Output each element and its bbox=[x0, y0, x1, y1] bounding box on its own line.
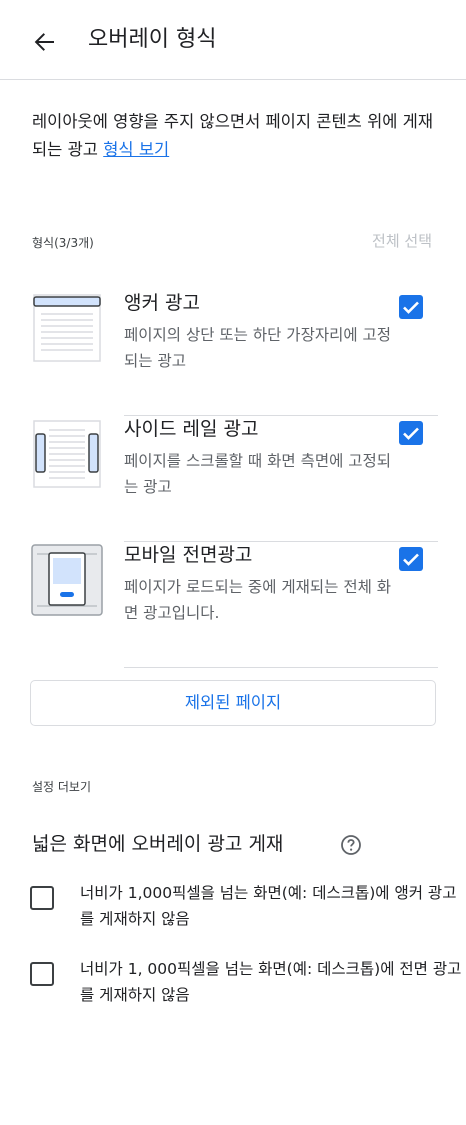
anchor-checkbox[interactable] bbox=[398, 294, 424, 320]
side-rail-checkbox[interactable] bbox=[398, 420, 424, 446]
format-title: 앵커 광고 bbox=[124, 292, 200, 314]
disable-anchor-desktop-checkbox[interactable] bbox=[30, 886, 54, 910]
excluded-pages-button[interactable]: 제외된 페이지 bbox=[30, 680, 436, 726]
side-rail-ad-icon bbox=[31, 418, 103, 490]
format-title: 모바일 전면광고 bbox=[124, 544, 253, 566]
format-item-vignette: 모바일 전면광고 페이지가 로드되는 중에 게재되는 전체 화면 광고입니다. bbox=[0, 542, 466, 668]
view-formats-link[interactable]: 형식 보기 bbox=[103, 140, 169, 159]
intro-text: 레이아웃에 영향을 주지 않으면서 페이지 콘텐츠 위에 게재되는 광고 형식 … bbox=[32, 108, 442, 164]
select-all-button[interactable]: 전체 선택 bbox=[372, 230, 432, 251]
option-row: 너비가 1, 000픽셀을 넘는 화면(예: 데스크톱)에 전면 광고를 게재하… bbox=[0, 956, 466, 1016]
anchor-ad-icon bbox=[31, 292, 103, 364]
page-title: 오버레이 형식 bbox=[88, 27, 217, 52]
option-label: 너비가 1, 000픽셀을 넘는 화면(예: 데스크톱)에 전면 광고를 게재하… bbox=[80, 960, 462, 1004]
vignette-checkbox[interactable] bbox=[398, 546, 424, 572]
disable-vignette-desktop-checkbox[interactable] bbox=[30, 962, 54, 986]
help-icon[interactable] bbox=[340, 834, 362, 856]
more-settings-label: 설정 더보기 bbox=[32, 780, 92, 794]
wide-screen-title: 넓은 화면에 오버레이 광고 게재 bbox=[32, 833, 284, 855]
format-title: 사이드 레일 광고 bbox=[124, 418, 259, 440]
divider bbox=[124, 667, 438, 668]
format-description: 페이지가 로드되는 중에 게재되는 전체 화면 광고입니다. bbox=[124, 578, 392, 622]
format-item-side-rail: 사이드 레일 광고 페이지를 스크롤할 때 화면 측면에 고정되는 광고 bbox=[0, 416, 466, 542]
option-row: 너비가 1,000픽셀을 넘는 화면(예: 데스크톱)에 앵커 광고를 게재하지… bbox=[0, 880, 466, 940]
mobile-vignette-ad-icon bbox=[31, 544, 103, 616]
back-arrow-icon[interactable] bbox=[24, 22, 64, 62]
top-bar: 오버레이 형식 bbox=[0, 0, 466, 80]
formats-count-label: 형식(3/3개) bbox=[32, 236, 94, 250]
option-label: 너비가 1,000픽셀을 넘는 화면(예: 데스크톱)에 앵커 광고를 게재하지… bbox=[80, 884, 457, 928]
format-description: 페이지의 상단 또는 하단 가장자리에 고정되는 광고 bbox=[124, 326, 392, 370]
format-description: 페이지를 스크롤할 때 화면 측면에 고정되는 광고 bbox=[124, 452, 392, 496]
format-item-anchor: 앵커 광고 페이지의 상단 또는 하단 가장자리에 고정되는 광고 bbox=[0, 290, 466, 416]
intro-description: 레이아웃에 영향을 주지 않으면서 페이지 콘텐츠 위에 게재되는 광고 bbox=[32, 112, 434, 159]
